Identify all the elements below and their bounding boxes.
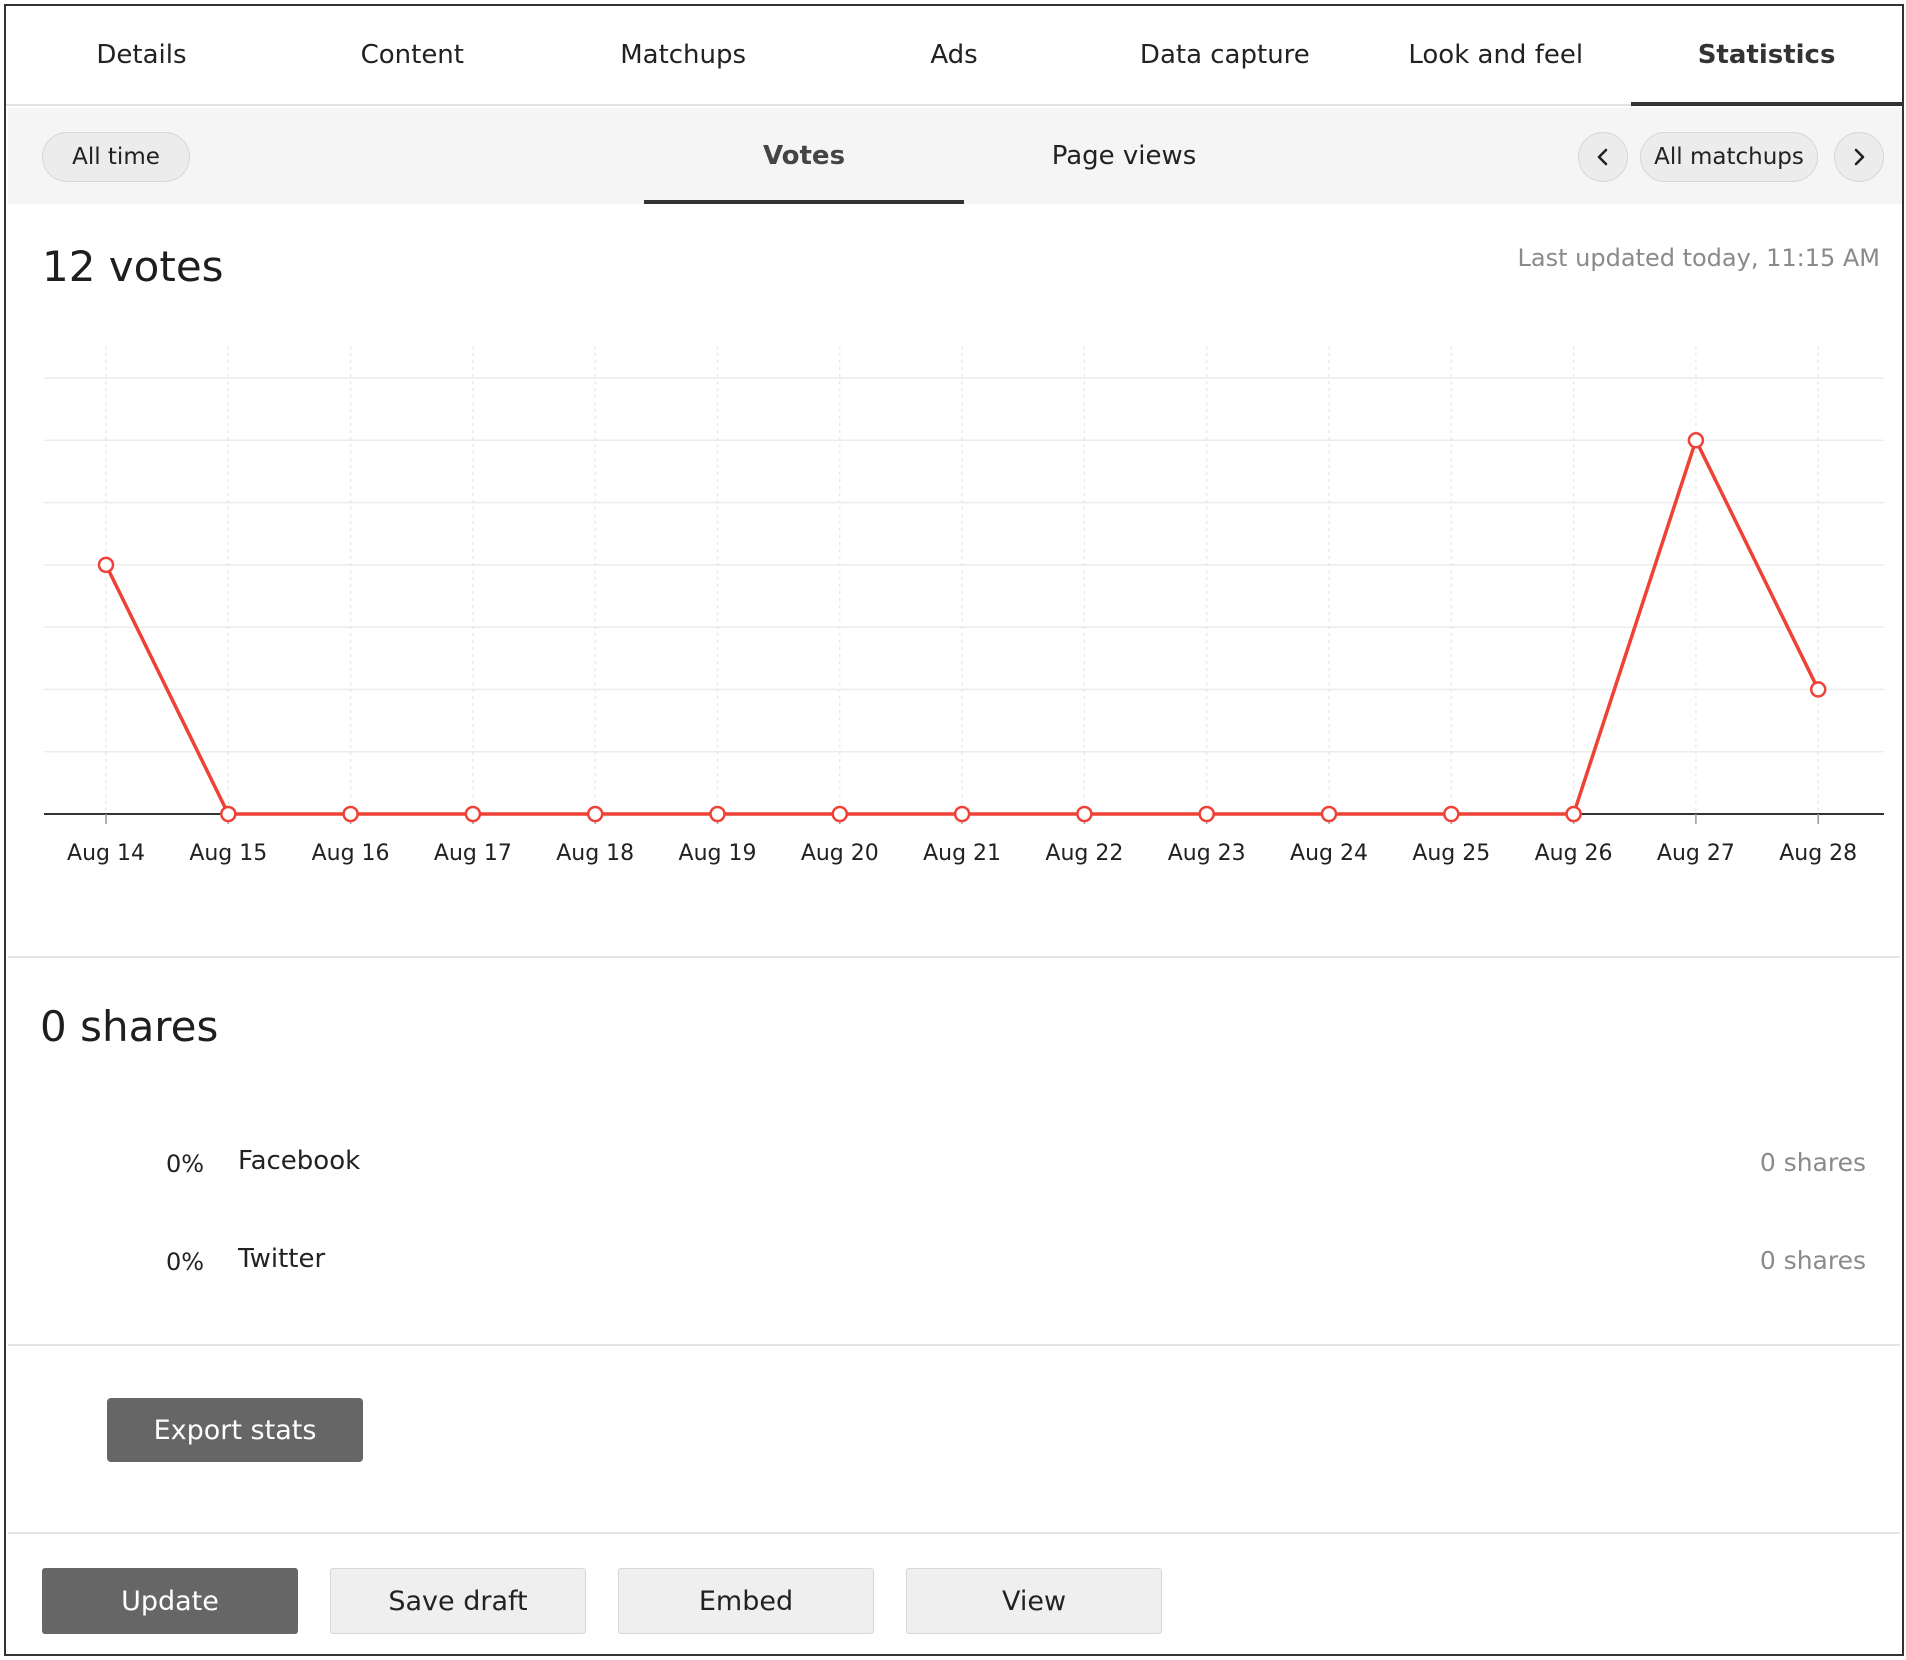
section-divider (8, 1344, 1900, 1346)
export-stats-button[interactable]: Export stats (107, 1398, 363, 1462)
x-tick-label: Aug 25 (1412, 841, 1490, 866)
x-tick-label: Aug 22 (1045, 841, 1123, 866)
view-button[interactable]: View (906, 1568, 1162, 1634)
stats-toolbar: All time Votes Page views All matchups (8, 108, 1902, 204)
share-network-name: Facebook (238, 1146, 361, 1176)
statistics-panel: Details Content Matchups Ads Data captur… (4, 4, 1904, 1656)
share-percent: 0% (166, 1150, 205, 1178)
tab-statistics[interactable]: Statistics (1631, 6, 1902, 106)
x-tick-label: Aug 27 (1657, 841, 1735, 866)
last-updated-text: Last updated today, 11:15 AM (1517, 244, 1880, 272)
shares-count-heading: 0 shares (40, 1002, 219, 1051)
data-point (1320, 805, 1338, 823)
chevron-left-icon (1597, 148, 1608, 166)
tab-matchups[interactable]: Matchups (548, 6, 819, 104)
tab-data-capture[interactable]: Data capture (1089, 6, 1360, 104)
data-point (342, 805, 359, 823)
x-tick-label: Aug 16 (312, 841, 390, 866)
next-matchup-button[interactable] (1834, 132, 1884, 182)
footer-divider (8, 1532, 1900, 1534)
data-point (709, 805, 726, 823)
data-point (586, 805, 604, 823)
data-point (1809, 681, 1827, 698)
tab-content[interactable]: Content (277, 6, 548, 104)
share-count: 0 shares (1759, 1148, 1866, 1177)
votes-count-heading: 12 votes (42, 242, 224, 291)
save-draft-button[interactable]: Save draft (330, 1568, 586, 1634)
share-percent: 0% (166, 1248, 205, 1276)
x-tick-label: Aug 18 (556, 841, 634, 866)
share-count: 0 shares (1759, 1246, 1866, 1275)
tab-look-and-feel[interactable]: Look and feel (1360, 6, 1631, 104)
data-point (1565, 805, 1582, 823)
data-point (831, 805, 849, 823)
tab-details[interactable]: Details (6, 6, 277, 104)
subtab-votes[interactable]: Votes (644, 108, 964, 204)
x-tick-label: Aug 21 (923, 841, 1001, 866)
x-tick-label: Aug 15 (189, 841, 267, 866)
data-point (97, 556, 115, 574)
data-point (1198, 805, 1215, 823)
x-tick-label: Aug 19 (679, 841, 757, 866)
time-filter-button[interactable]: All time (42, 132, 190, 182)
matchup-filter-button[interactable]: All matchups (1640, 132, 1818, 182)
data-point (1076, 805, 1093, 823)
subtab-page-views[interactable]: Page views (964, 108, 1284, 204)
data-point (220, 805, 237, 823)
votes-line-chart: Aug 14 Aug 15 Aug 16 Aug 17 Aug 18 Aug 19 Aug … (44, 346, 1884, 866)
chevron-right-icon (1854, 148, 1865, 166)
x-tick-label: Aug 17 (434, 841, 512, 866)
embed-button[interactable]: Embed (618, 1568, 874, 1634)
x-tick-label: Aug 28 (1779, 841, 1857, 866)
share-row-twitter: 0% Twitter 0 shares (6, 1234, 1902, 1294)
main-tabs: Details Content Matchups Ads Data captur… (6, 6, 1902, 106)
data-point (1687, 432, 1705, 449)
x-tick-label: Aug 23 (1168, 841, 1246, 866)
update-button[interactable]: Update (42, 1568, 298, 1634)
section-divider (8, 956, 1900, 958)
tab-ads[interactable]: Ads (819, 6, 1090, 104)
data-point (464, 805, 482, 823)
x-tick-label: Aug 26 (1535, 841, 1613, 866)
share-row-facebook: 0% Facebook 0 shares (6, 1136, 1902, 1196)
x-tick-label: Aug 20 (801, 841, 879, 866)
x-tick-label: Aug 14 (67, 841, 145, 866)
data-point (953, 805, 971, 823)
previous-matchup-button[interactable] (1578, 132, 1628, 182)
data-point (1443, 805, 1460, 823)
x-tick-label: Aug 24 (1290, 841, 1368, 866)
share-network-name: Twitter (238, 1244, 326, 1274)
